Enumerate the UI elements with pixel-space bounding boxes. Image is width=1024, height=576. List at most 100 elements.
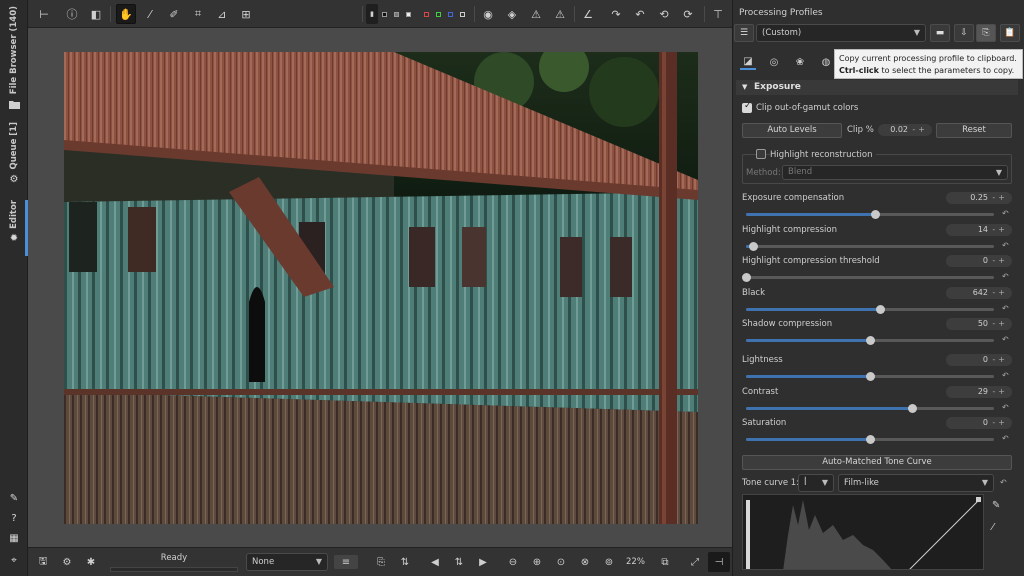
clipped-shadow-warning-button[interactable]: ⚠: [550, 4, 570, 24]
slider-track[interactable]: [746, 404, 994, 413]
swap-button[interactable]: ⇅: [398, 555, 412, 569]
zoom-100-button[interactable]: ⊚: [602, 555, 616, 569]
save-profile-button[interactable]: ⇩: [954, 24, 974, 42]
slider-knob[interactable]: [866, 372, 875, 381]
clipped-highlights-button[interactable]: ⚠: [526, 4, 546, 24]
previous-image-button[interactable]: ◀: [428, 555, 442, 569]
slider-value-spin[interactable]: 14 -+: [946, 224, 1012, 236]
rotate-cw-button[interactable]: ↷: [606, 4, 626, 24]
tone-curve-editor[interactable]: [742, 494, 984, 570]
rotate-ccw-button[interactable]: ↶: [630, 4, 650, 24]
copy-to-left-button[interactable]: ⎘: [374, 555, 388, 569]
preview-mode-select[interactable]: None ▼: [246, 553, 328, 571]
zoom-in-button[interactable]: ⊕: [530, 555, 544, 569]
focus-mask-button[interactable]: ▮: [366, 4, 378, 24]
info-button[interactable]: ⓘ: [62, 4, 82, 24]
queue-tab[interactable]: Queue [1] ⚙: [4, 122, 24, 186]
reset-slider-icon[interactable]: ↶: [1002, 335, 1009, 344]
slider-track[interactable]: [742, 273, 994, 282]
send-to-editor-button[interactable]: ✎: [4, 488, 24, 504]
zoom-out-button[interactable]: ⊖: [506, 555, 520, 569]
queue-button[interactable]: ⚙: [60, 555, 74, 569]
slider-knob[interactable]: [866, 435, 875, 444]
load-profile-button[interactable]: ▬: [930, 24, 950, 42]
reset-slider-icon[interactable]: ↶: [1002, 371, 1009, 380]
slider-value-spin[interactable]: 0 -+: [946, 354, 1012, 366]
flip-h-button[interactable]: ⟲: [654, 4, 674, 24]
exposure-section-header[interactable]: ▼ Exposure: [736, 80, 1018, 95]
paste-profile-button[interactable]: 📋: [1000, 24, 1020, 42]
tab-details[interactable]: ◎: [766, 54, 782, 70]
auto-levels-button[interactable]: Auto Levels: [742, 123, 842, 138]
slider-value-spin[interactable]: 0 -+: [946, 417, 1012, 429]
reset-slider-icon[interactable]: ↶: [1002, 304, 1009, 313]
reset-slider-icon[interactable]: ↶: [1002, 209, 1009, 218]
slider-value-spin[interactable]: 642 -+: [946, 287, 1012, 299]
curve-type-select[interactable]: ꟾ ▼: [798, 474, 834, 492]
channel-blue-swatch[interactable]: [448, 12, 453, 17]
crop-tool-button[interactable]: ⌗: [188, 4, 208, 24]
zoom-fit-crop-button[interactable]: ⊗: [578, 555, 592, 569]
sync-button[interactable]: ⇅: [452, 555, 466, 569]
curve-edit-node-icon[interactable]: ✎: [992, 500, 1000, 511]
curve-picker-icon[interactable]: ⁄: [992, 522, 994, 533]
slider-track[interactable]: [746, 305, 994, 314]
color-picker-button[interactable]: ▦: [4, 528, 24, 544]
rotate-left-button[interactable]: ∠: [578, 4, 598, 24]
straighten-tool-button[interactable]: ⊿: [212, 4, 232, 24]
reset-slider-icon[interactable]: ↶: [1002, 241, 1009, 250]
reset-button[interactable]: Reset: [936, 123, 1012, 138]
reset-slider-icon[interactable]: ↶: [1002, 403, 1009, 412]
zoom-fit-button[interactable]: ⊙: [554, 555, 568, 569]
profile-list-button[interactable]: ☰: [734, 24, 754, 42]
bg-white-swatch[interactable]: [406, 12, 411, 17]
tone-curve-mode-select[interactable]: Film-like ▼: [838, 474, 994, 492]
auto-matched-tone-curve-button[interactable]: Auto-Matched Tone Curve: [742, 455, 1012, 470]
highlight-recon-checkbox[interactable]: [756, 149, 766, 159]
bg-black-swatch[interactable]: [382, 12, 387, 17]
clip-gamut-checkbox[interactable]: [742, 101, 752, 113]
fullscreen-button[interactable]: ⌖: [4, 550, 24, 566]
profile-select[interactable]: (Custom) ▼: [756, 24, 926, 42]
slider-track[interactable]: [746, 372, 994, 381]
hide-right-panel-button[interactable]: ⊤: [708, 4, 728, 24]
tab-color[interactable]: ❀: [792, 54, 808, 70]
snapshot-button[interactable]: ≡: [334, 555, 358, 569]
sharpen-mask-button[interactable]: ◉: [478, 4, 498, 24]
next-image-button[interactable]: ▶: [476, 555, 490, 569]
color-picker-tool-button[interactable]: ✐: [164, 4, 184, 24]
hide-panel-button[interactable]: ⊢: [34, 4, 54, 24]
slider-knob[interactable]: [866, 336, 875, 345]
fullscreen-button[interactable]: ⤢: [688, 555, 702, 569]
reset-curve-icon[interactable]: ↶: [1000, 478, 1007, 487]
reset-slider-icon[interactable]: ↶: [1002, 434, 1009, 443]
flip-v-button[interactable]: ⟳: [678, 4, 698, 24]
reset-slider-icon[interactable]: ↶: [1002, 272, 1009, 281]
new-detail-window-button[interactable]: ⧉: [658, 555, 672, 569]
slider-track[interactable]: [746, 242, 994, 251]
bg-gray-swatch[interactable]: [394, 12, 399, 17]
photo-preview[interactable]: [64, 52, 698, 524]
clip-percent-spin[interactable]: 0.02 -+: [878, 124, 932, 136]
perspective-tool-button[interactable]: ⊞: [236, 4, 256, 24]
channel-lum-swatch[interactable]: [460, 12, 465, 17]
clipped-shadows-button[interactable]: ◈: [502, 4, 522, 24]
slider-value-spin[interactable]: 0.25 -+: [946, 192, 1012, 204]
toggle-panels-button[interactable]: ⊣: [708, 552, 730, 572]
copy-profile-button[interactable]: ⎘: [976, 24, 996, 42]
method-select[interactable]: Blend ▼: [782, 165, 1008, 180]
slider-value-spin[interactable]: 0 -+: [946, 255, 1012, 267]
before-after-button[interactable]: ◧: [86, 4, 106, 24]
slider-value-spin[interactable]: 29 -+: [946, 386, 1012, 398]
slider-track[interactable]: [746, 336, 994, 345]
slider-track[interactable]: [746, 435, 994, 444]
editor-tab[interactable]: Editor ✹: [4, 200, 24, 245]
send-to-editor-button[interactable]: ✱: [84, 555, 98, 569]
channel-red-swatch[interactable]: [424, 12, 429, 17]
help-button[interactable]: ?: [4, 508, 24, 524]
channel-green-swatch[interactable]: [436, 12, 441, 17]
hand-tool-button[interactable]: ✋: [116, 4, 136, 24]
save-image-button[interactable]: 🖫: [36, 555, 50, 569]
slider-track[interactable]: [746, 210, 994, 219]
white-balance-tool-button[interactable]: ⁄: [140, 4, 160, 24]
